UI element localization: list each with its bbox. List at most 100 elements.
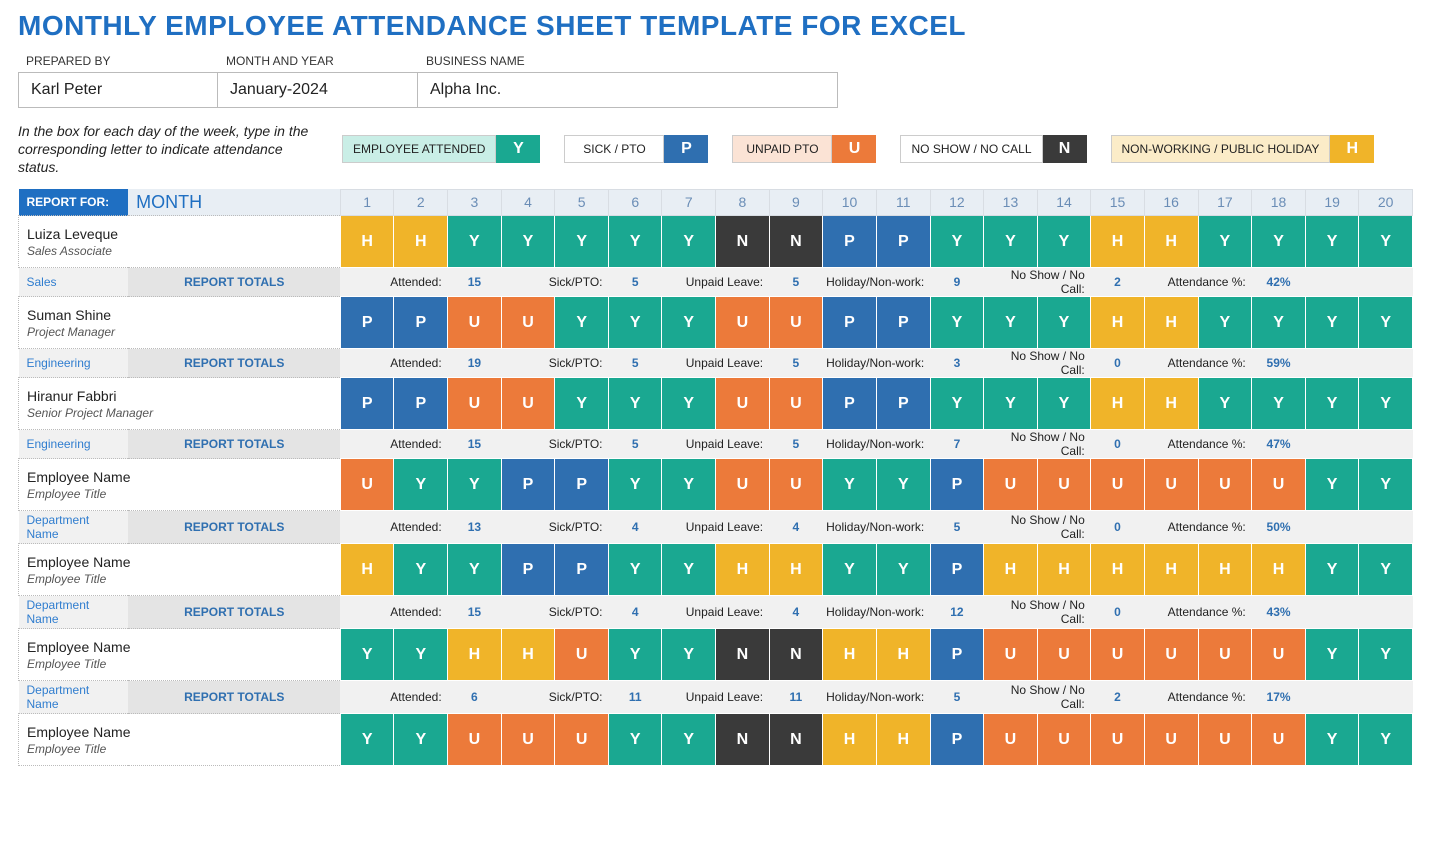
day-cell[interactable]: H: [1091, 544, 1145, 596]
day-cell[interactable]: Y: [1305, 216, 1359, 268]
day-cell[interactable]: U: [1091, 459, 1145, 511]
day-cell[interactable]: P: [394, 297, 448, 349]
day-cell[interactable]: U: [1252, 459, 1306, 511]
day-cell[interactable]: Y: [609, 297, 662, 349]
month-year-value[interactable]: January-2024: [218, 72, 418, 108]
day-cell[interactable]: Y: [1305, 629, 1359, 681]
day-cell[interactable]: P: [501, 459, 555, 511]
day-cell[interactable]: Y: [394, 459, 448, 511]
day-cell[interactable]: Y: [1359, 544, 1413, 596]
day-cell[interactable]: H: [340, 216, 394, 268]
day-cell[interactable]: H: [1091, 216, 1145, 268]
day-cell[interactable]: Y: [984, 297, 1038, 349]
day-cell[interactable]: H: [501, 629, 555, 681]
day-cell[interactable]: U: [1198, 459, 1252, 511]
day-cell[interactable]: H: [716, 544, 770, 596]
day-cell[interactable]: H: [448, 629, 501, 681]
day-cell[interactable]: H: [1198, 544, 1252, 596]
business-value[interactable]: Alpha Inc.: [418, 72, 838, 108]
day-cell[interactable]: Y: [662, 714, 716, 766]
day-cell[interactable]: Y: [930, 216, 984, 268]
day-cell[interactable]: Y: [1305, 378, 1359, 430]
day-cell[interactable]: U: [1091, 629, 1145, 681]
day-cell[interactable]: Y: [340, 629, 394, 681]
day-cell[interactable]: Y: [394, 544, 448, 596]
day-cell[interactable]: U: [984, 714, 1038, 766]
day-cell[interactable]: Y: [930, 378, 984, 430]
day-cell[interactable]: N: [769, 714, 822, 766]
day-cell[interactable]: U: [1037, 459, 1091, 511]
day-cell[interactable]: U: [1091, 714, 1145, 766]
day-cell[interactable]: P: [340, 297, 394, 349]
day-cell[interactable]: Y: [662, 216, 716, 268]
day-cell[interactable]: H: [823, 629, 877, 681]
day-cell[interactable]: Y: [394, 629, 448, 681]
day-cell[interactable]: Y: [1359, 459, 1413, 511]
day-cell[interactable]: Y: [1359, 378, 1413, 430]
day-cell[interactable]: Y: [555, 216, 609, 268]
day-cell[interactable]: U: [1198, 714, 1252, 766]
day-cell[interactable]: U: [1144, 459, 1198, 511]
day-cell[interactable]: Y: [823, 459, 877, 511]
day-cell[interactable]: H: [1091, 297, 1145, 349]
day-cell[interactable]: N: [716, 629, 770, 681]
day-cell[interactable]: Y: [1359, 629, 1413, 681]
day-cell[interactable]: U: [1144, 629, 1198, 681]
day-cell[interactable]: Y: [1252, 297, 1306, 349]
day-cell[interactable]: H: [1144, 216, 1198, 268]
day-cell[interactable]: U: [1144, 714, 1198, 766]
day-cell[interactable]: Y: [984, 378, 1038, 430]
day-cell[interactable]: H: [769, 544, 822, 596]
day-cell[interactable]: H: [1144, 544, 1198, 596]
day-cell[interactable]: H: [876, 714, 930, 766]
day-cell[interactable]: Y: [1198, 297, 1252, 349]
day-cell[interactable]: U: [448, 297, 501, 349]
day-cell[interactable]: N: [716, 714, 770, 766]
day-cell[interactable]: Y: [1037, 378, 1091, 430]
day-cell[interactable]: U: [984, 459, 1038, 511]
day-cell[interactable]: U: [1037, 629, 1091, 681]
day-cell[interactable]: Y: [1305, 714, 1359, 766]
day-cell[interactable]: U: [1252, 714, 1306, 766]
day-cell[interactable]: U: [1037, 714, 1091, 766]
day-cell[interactable]: P: [930, 629, 984, 681]
day-cell[interactable]: H: [876, 629, 930, 681]
day-cell[interactable]: Y: [1037, 297, 1091, 349]
day-cell[interactable]: P: [823, 216, 877, 268]
day-cell[interactable]: P: [876, 216, 930, 268]
day-cell[interactable]: Y: [501, 216, 555, 268]
day-cell[interactable]: P: [823, 297, 877, 349]
day-cell[interactable]: P: [823, 378, 877, 430]
day-cell[interactable]: Y: [1305, 544, 1359, 596]
day-cell[interactable]: U: [555, 629, 609, 681]
day-cell[interactable]: Y: [448, 544, 501, 596]
day-cell[interactable]: N: [769, 629, 822, 681]
day-cell[interactable]: P: [876, 378, 930, 430]
day-cell[interactable]: Y: [662, 459, 716, 511]
day-cell[interactable]: H: [1037, 544, 1091, 596]
day-cell[interactable]: Y: [1252, 378, 1306, 430]
day-cell[interactable]: Y: [662, 297, 716, 349]
day-cell[interactable]: U: [769, 459, 822, 511]
day-cell[interactable]: Y: [1305, 459, 1359, 511]
day-cell[interactable]: Y: [662, 544, 716, 596]
day-cell[interactable]: U: [716, 459, 770, 511]
day-cell[interactable]: Y: [609, 459, 662, 511]
day-cell[interactable]: Y: [609, 714, 662, 766]
day-cell[interactable]: U: [769, 378, 822, 430]
day-cell[interactable]: Y: [555, 378, 609, 430]
day-cell[interactable]: H: [1144, 297, 1198, 349]
day-cell[interactable]: U: [984, 629, 1038, 681]
day-cell[interactable]: Y: [340, 714, 394, 766]
day-cell[interactable]: Y: [984, 216, 1038, 268]
day-cell[interactable]: Y: [394, 714, 448, 766]
day-cell[interactable]: P: [930, 459, 984, 511]
day-cell[interactable]: P: [555, 459, 609, 511]
day-cell[interactable]: H: [1144, 378, 1198, 430]
day-cell[interactable]: Y: [1359, 216, 1413, 268]
day-cell[interactable]: Y: [1252, 216, 1306, 268]
day-cell[interactable]: Y: [448, 459, 501, 511]
day-cell[interactable]: U: [769, 297, 822, 349]
day-cell[interactable]: Y: [662, 629, 716, 681]
day-cell[interactable]: U: [340, 459, 394, 511]
